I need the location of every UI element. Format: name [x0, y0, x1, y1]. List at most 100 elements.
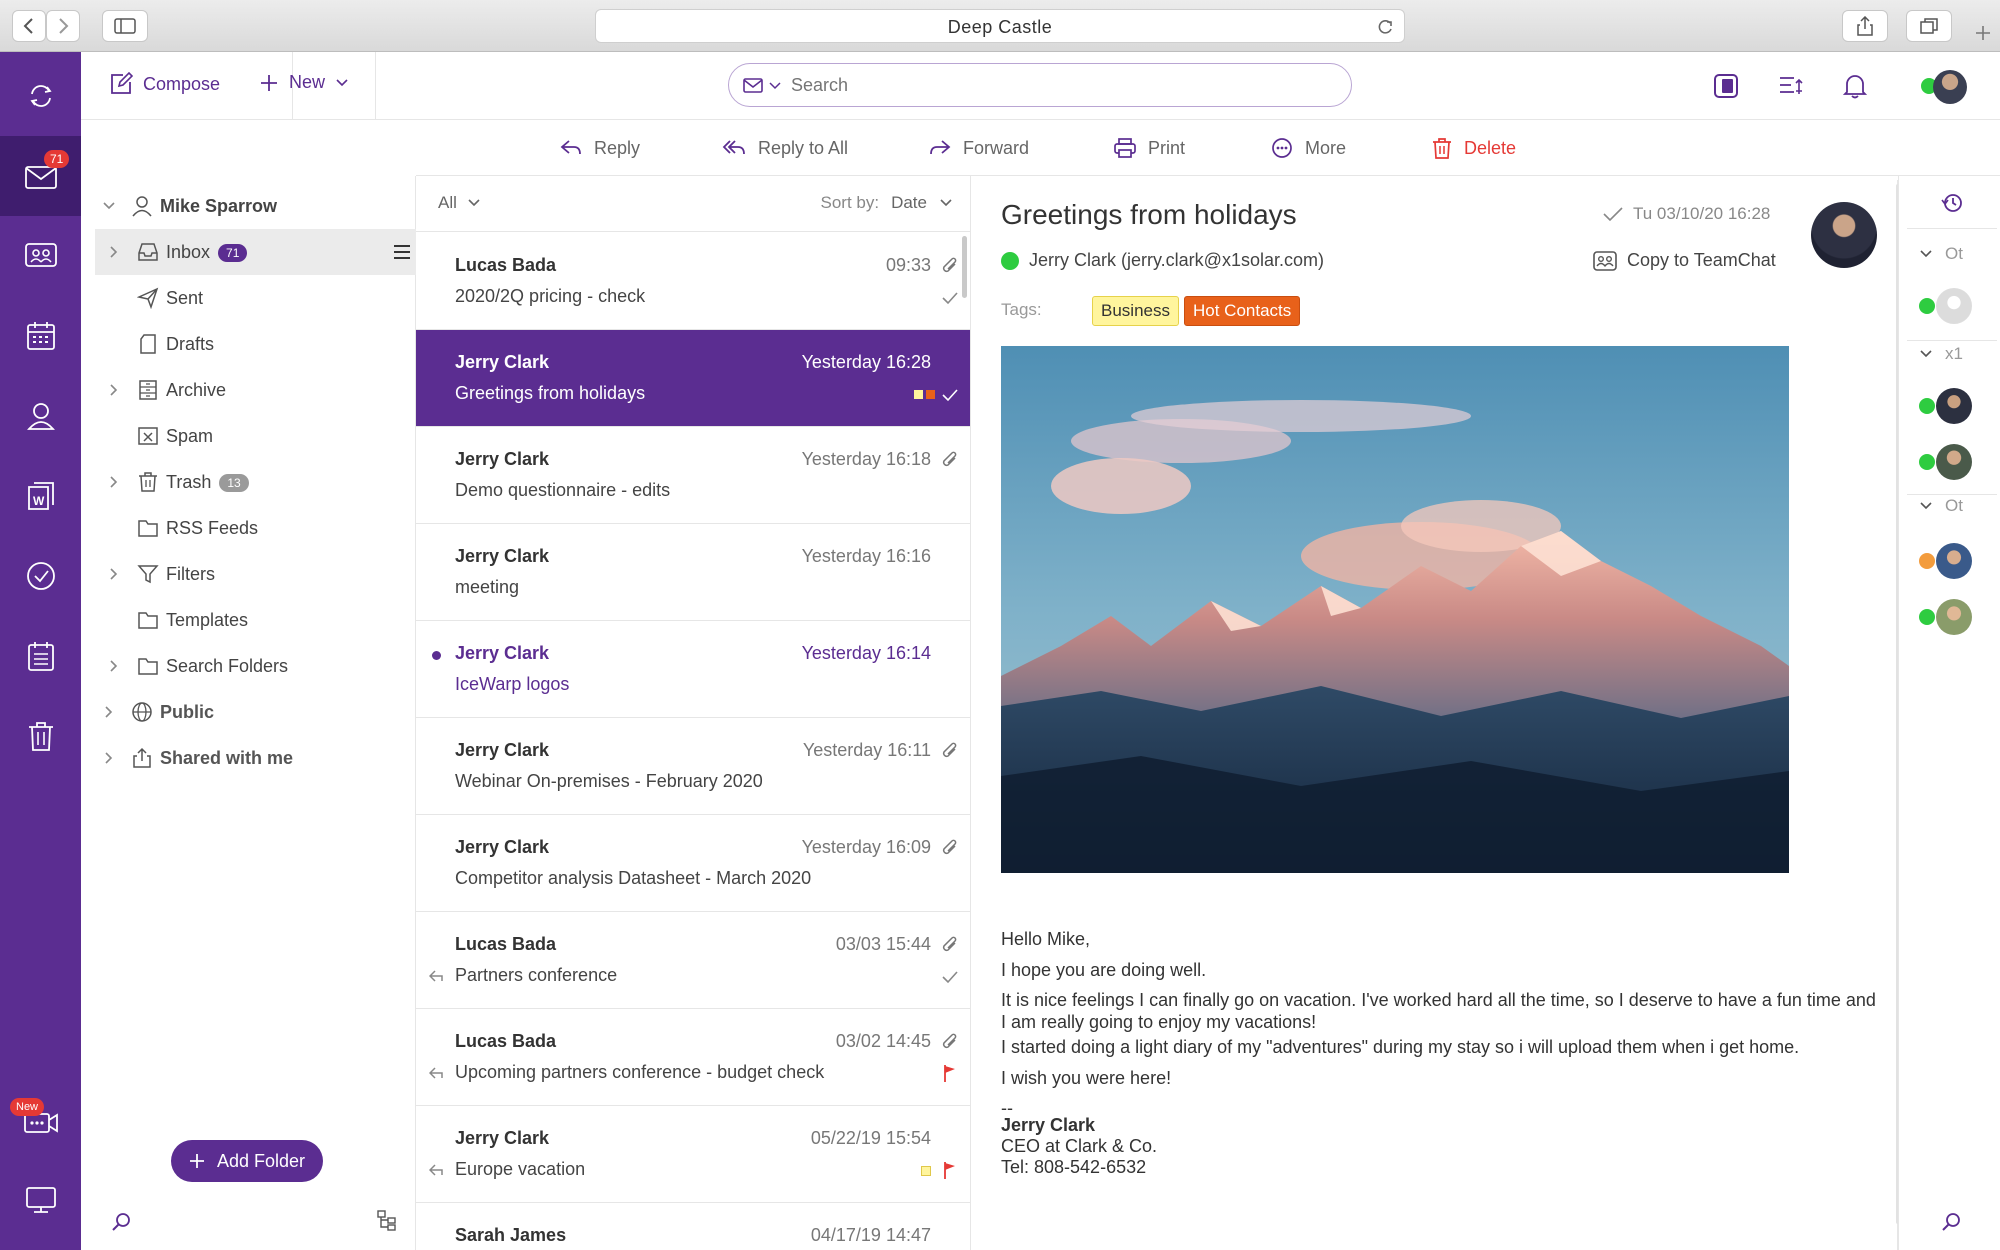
rail-desktop[interactable]: [0, 1160, 81, 1240]
sender-avatar[interactable]: [1811, 202, 1877, 268]
message-row[interactable]: Sarah James 04/17/19 14:47: [416, 1203, 970, 1250]
message-subject: IceWarp logos: [455, 674, 570, 694]
folder-search-folders[interactable]: Search Folders: [95, 643, 416, 689]
rail-contacts[interactable]: [0, 216, 81, 296]
share-icon: [1857, 16, 1873, 36]
message-row-unread[interactable]: Jerry Clark Yesterday 16:14 IceWarp logo…: [416, 621, 970, 718]
rail-mail[interactable]: 71: [0, 136, 81, 216]
contact-avatar[interactable]: [1936, 599, 1972, 635]
document-w-icon: W: [27, 482, 54, 510]
filter-dropdown[interactable]: All: [438, 193, 481, 213]
add-folder-button[interactable]: Add Folder: [171, 1140, 323, 1182]
folder-spam[interactable]: Spam: [95, 413, 416, 459]
new-tab-button[interactable]: [1970, 20, 1996, 46]
meetings-new-badge: New: [10, 1098, 45, 1116]
new-button[interactable]: New: [259, 72, 349, 93]
contact-group-toggle[interactable]: x1: [1919, 344, 1963, 364]
reload-icon[interactable]: [1376, 18, 1394, 36]
message-row[interactable]: Jerry Clark Yesterday 16:09 Competitor a…: [416, 815, 970, 912]
rail-people[interactable]: [0, 376, 81, 456]
body-greeting: Hello Mike,: [1001, 929, 1091, 949]
folder-inbox[interactable]: Inbox 71: [95, 229, 416, 275]
back-button[interactable]: [12, 10, 46, 42]
forward-button[interactable]: [46, 10, 80, 42]
folder-archive[interactable]: Archive: [95, 367, 416, 413]
copy-to-teamchat-button[interactable]: Copy to TeamChat: [1593, 250, 1776, 271]
print-button[interactable]: Print: [1114, 120, 1185, 176]
message-row[interactable]: Jerry Clark Yesterday 16:11 Webinar On-p…: [416, 718, 970, 815]
trash-icon: [28, 722, 53, 751]
message-row[interactable]: Lucas Bada 09:33 2020/2Q pricing - check: [416, 233, 970, 330]
folder-icon: [138, 520, 158, 537]
address-bar[interactable]: Deep Castle: [595, 9, 1405, 43]
reply-button[interactable]: Reply: [560, 120, 640, 176]
divider: [1907, 494, 1997, 495]
folder-public[interactable]: Public: [81, 689, 402, 735]
reply-all-label: Reply to All: [758, 137, 849, 158]
message-row-selected[interactable]: Jerry Clark Yesterday 16:28 Greetings fr…: [416, 330, 970, 427]
print-label: Print: [1148, 137, 1186, 158]
tag-hot-contacts[interactable]: Hot Contacts: [1184, 296, 1301, 326]
sort-settings-icon[interactable]: [1778, 74, 1804, 98]
reply-all-button[interactable]: Reply to All: [722, 120, 848, 176]
chevron-down-icon: [940, 199, 952, 207]
message-row[interactable]: Jerry Clark Yesterday 16:16 meeting: [416, 524, 970, 621]
contact-group-toggle[interactable]: Ot: [1919, 244, 1963, 264]
inbox-icon: [138, 243, 158, 261]
account-row[interactable]: Mike Sparrow: [81, 183, 402, 229]
compose-button[interactable]: Compose: [109, 72, 220, 96]
contact-avatar[interactable]: [1936, 388, 1972, 424]
folder-sent[interactable]: Sent: [95, 275, 416, 321]
more-button[interactable]: More: [1271, 120, 1346, 176]
rail-trash[interactable]: [0, 696, 81, 776]
contact-avatar[interactable]: [1936, 288, 1972, 324]
sender-line[interactable]: Jerry Clark (jerry.clark@x1solar.com): [1001, 250, 1324, 271]
search-icon[interactable]: [1941, 1212, 1961, 1232]
contact-avatar[interactable]: [1936, 444, 1972, 480]
message-subject: Europe vacation: [455, 1159, 586, 1179]
bell-icon[interactable]: [1843, 73, 1867, 99]
contact-group-toggle[interactable]: Ot: [1919, 496, 1963, 516]
tag-business[interactable]: Business: [1092, 296, 1179, 326]
folder-trash[interactable]: Trash 13: [95, 459, 416, 505]
more-dots-icon: [1272, 138, 1292, 158]
list-scrollbar[interactable]: [962, 236, 967, 298]
search-icon[interactable]: [111, 1212, 131, 1232]
tabs-overview-button[interactable]: [1906, 10, 1952, 42]
chevron-down-icon[interactable]: [769, 82, 781, 90]
share-button[interactable]: [1842, 10, 1888, 42]
rail-tasks[interactable]: [0, 536, 81, 616]
contact-avatar[interactable]: [1936, 543, 1972, 579]
folder-tree-icon[interactable]: [377, 1210, 397, 1232]
rail-documents[interactable]: W: [0, 456, 81, 536]
message-row[interactable]: Jerry Clark 05/22/19 15:54 Europe vacati…: [416, 1106, 970, 1203]
search-box[interactable]: [728, 63, 1352, 107]
attachment-icon: [942, 451, 957, 467]
rail-calendar[interactable]: [0, 296, 81, 376]
folder-shared[interactable]: Shared with me: [81, 735, 402, 781]
presence-online-dot: [1919, 398, 1935, 414]
hamburger-menu-icon[interactable]: [393, 244, 411, 260]
folder-rss[interactable]: RSS Feeds: [95, 505, 416, 551]
search-input[interactable]: [791, 73, 1331, 97]
forward-mail-button[interactable]: Forward: [929, 120, 1029, 176]
folder-drafts[interactable]: Drafts: [95, 321, 416, 367]
sort-dropdown[interactable]: Sort by: Date: [820, 193, 953, 213]
message-row[interactable]: Jerry Clark Yesterday 16:18 Demo questio…: [416, 427, 970, 524]
body-paragraph: I hope you are doing well.: [1001, 960, 1207, 980]
spam-icon: [138, 427, 158, 445]
sidebar-toggle-button[interactable]: [102, 10, 148, 42]
folder-templates[interactable]: Templates: [95, 597, 416, 643]
message-row[interactable]: Lucas Bada 03/02 14:45 Upcoming partners…: [416, 1009, 970, 1106]
delete-button[interactable]: Delete: [1432, 120, 1516, 176]
divider: [1907, 340, 1997, 341]
message-from: Jerry Clark: [455, 740, 550, 760]
rail-notes[interactable]: [0, 616, 81, 696]
layout-toggle-icon[interactable]: [1713, 73, 1739, 99]
rail-sync[interactable]: [0, 56, 81, 136]
rail-meetings[interactable]: New: [0, 1082, 81, 1162]
user-avatar[interactable]: [1933, 70, 1967, 104]
message-row[interactable]: Lucas Bada 03/03 15:44 Partners conferen…: [416, 912, 970, 1009]
folder-filters[interactable]: Filters: [95, 551, 416, 597]
history-icon[interactable]: [1941, 192, 1963, 214]
